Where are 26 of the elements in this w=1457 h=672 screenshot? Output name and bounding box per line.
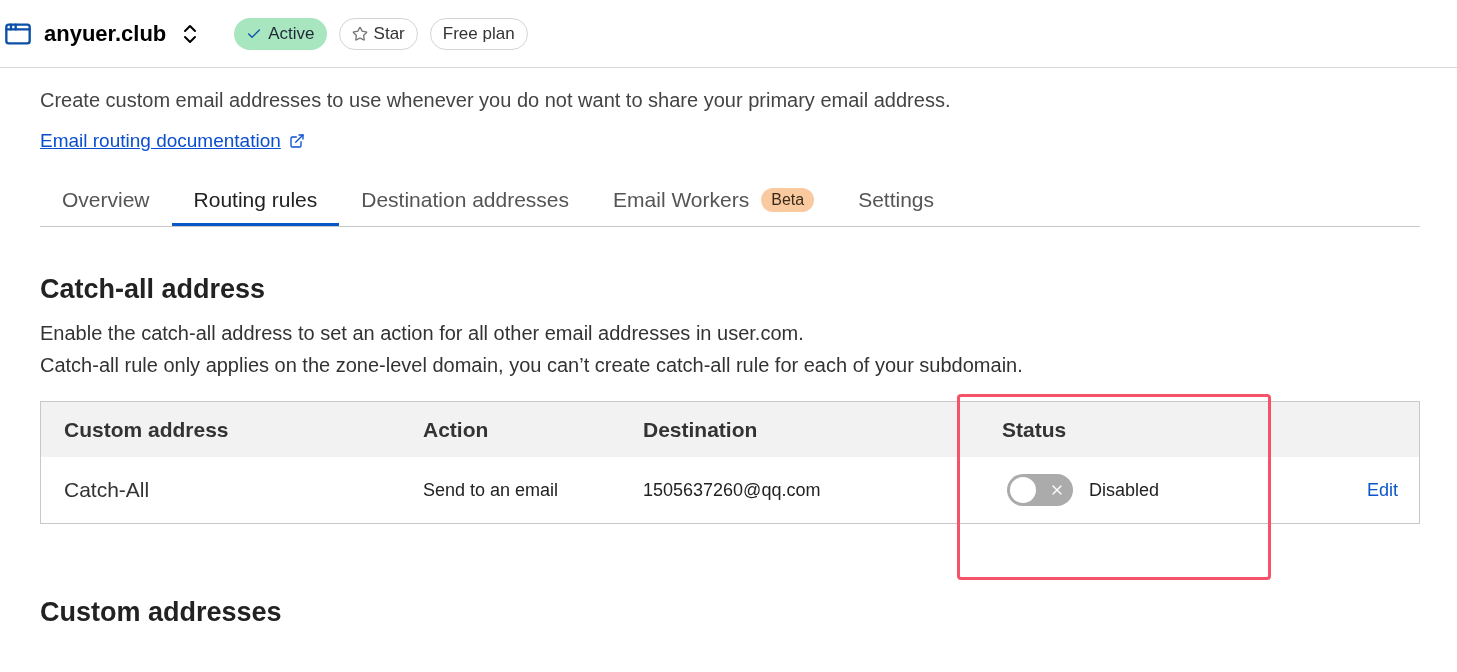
table-cell-text: Catch-All xyxy=(64,477,151,504)
column-header: Destination xyxy=(643,416,758,443)
star-icon xyxy=(351,25,368,42)
section-description: Enable the catch-all address to set an action for all other email addresses in user.com. xyxy=(40,321,805,346)
column-header: Status xyxy=(1002,416,1067,443)
column-header: Action xyxy=(423,416,489,443)
domain-name: anyuer.club xyxy=(44,20,167,48)
table-cell-text: 1505637260@qq.com xyxy=(643,478,822,502)
external-link-icon xyxy=(288,133,305,150)
tab[interactable]: Email Workers Beta xyxy=(591,177,837,226)
column-header: Custom address xyxy=(64,416,229,443)
tab[interactable]: Overview xyxy=(40,177,172,226)
status-text: Disabled xyxy=(1089,478,1160,502)
tab[interactable]: Destination addresses xyxy=(339,177,592,226)
tab[interactable]: Routing rules xyxy=(171,177,340,226)
status-badge: Active xyxy=(234,17,327,50)
section-description: Catch-all rule only applies on the zone-level domain, you can’t create catch-all rule for each of your subdomain. xyxy=(40,353,1024,378)
beta-badge: Beta xyxy=(761,188,815,212)
page-description: Create custom email addresses to use whenever you do not want to share your primary email address. xyxy=(40,88,952,113)
table-cell-text: Send to an email xyxy=(423,478,560,502)
tab[interactable]: Settings xyxy=(836,177,956,226)
section-title: Catch-all address xyxy=(40,272,267,306)
documentation-link[interactable]: Email routing documentation xyxy=(40,127,305,156)
edit-link[interactable]: Edit xyxy=(1366,476,1398,504)
toggle-switch[interactable] xyxy=(1007,474,1073,506)
section-title: Custom addresses xyxy=(40,596,283,629)
